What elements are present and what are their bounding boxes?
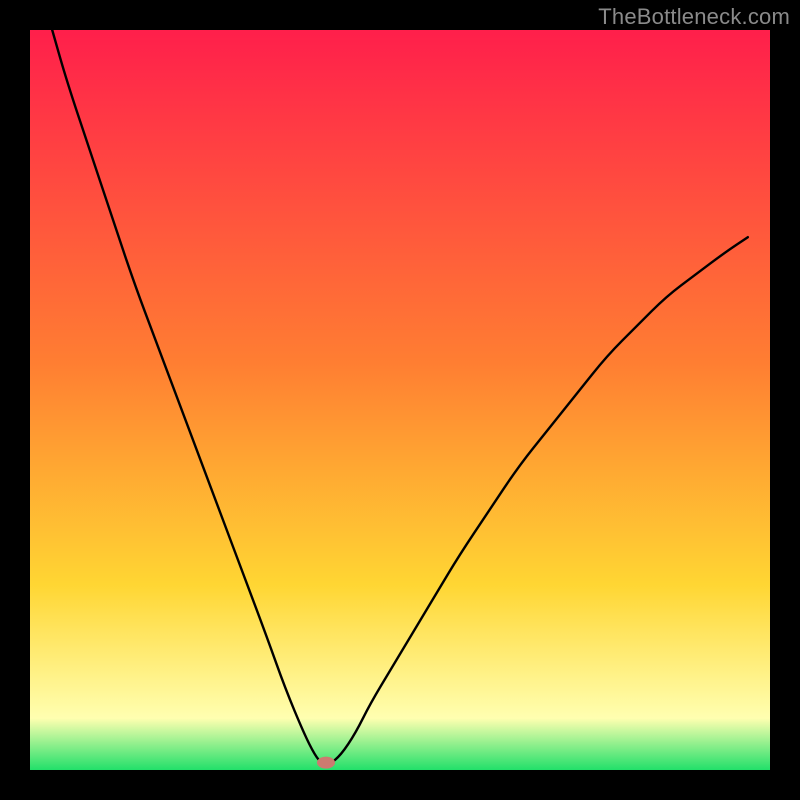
plot-background <box>30 30 770 770</box>
optimal-point-marker <box>317 757 335 769</box>
chart-frame: TheBottleneck.com <box>0 0 800 800</box>
bottleneck-chart <box>0 0 800 800</box>
watermark-text: TheBottleneck.com <box>598 4 790 30</box>
